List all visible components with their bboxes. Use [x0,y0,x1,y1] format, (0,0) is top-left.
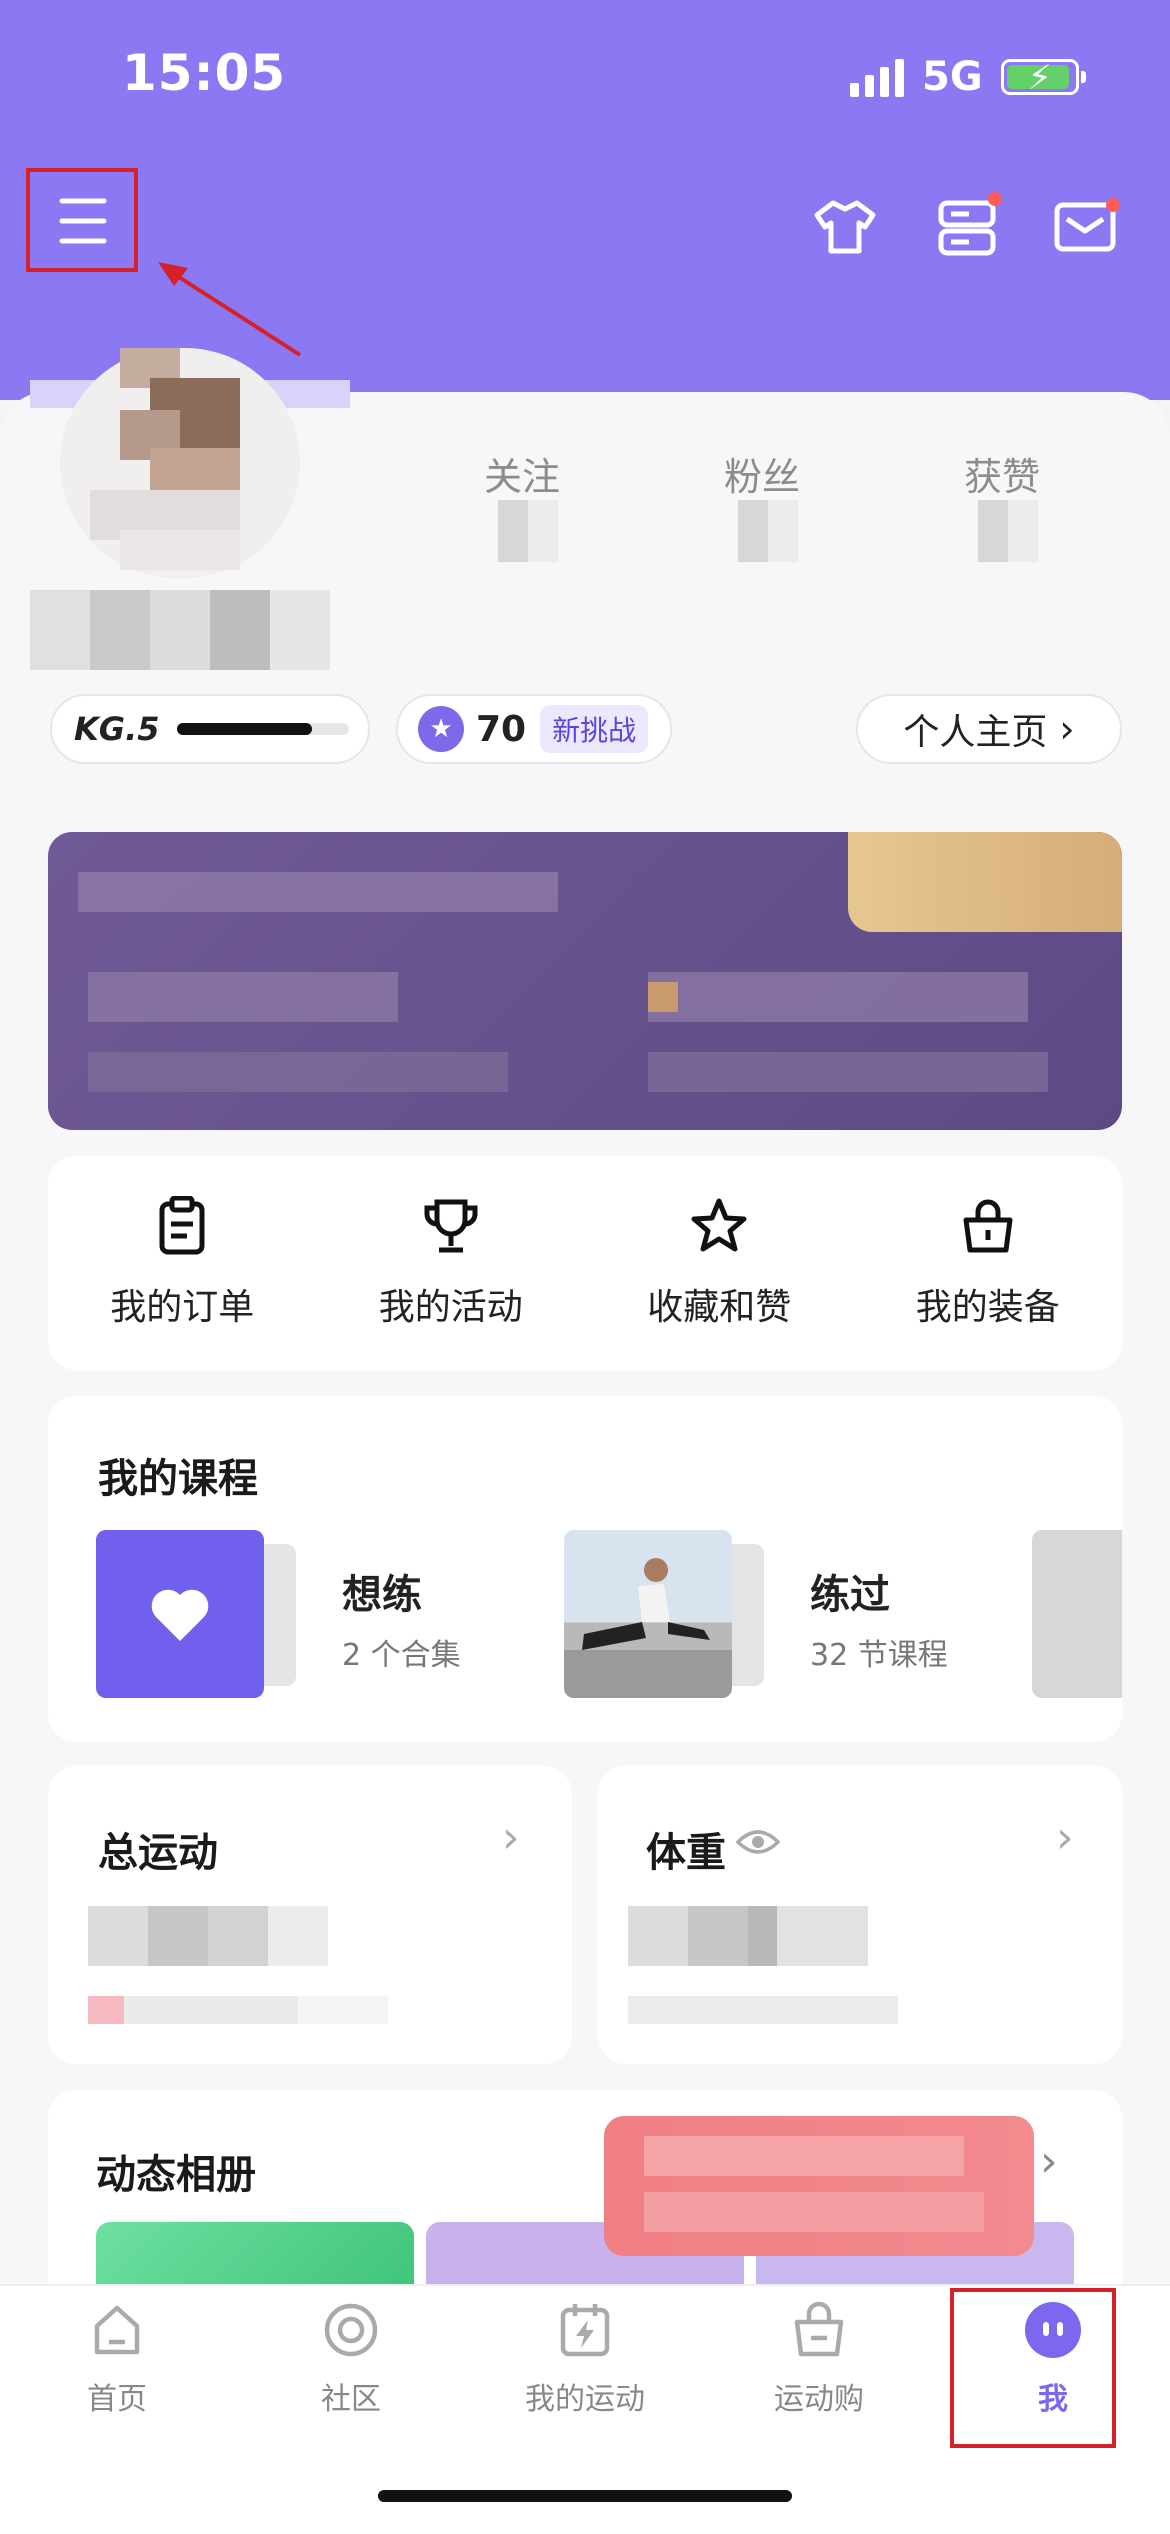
weight-sub [628,1996,898,2024]
stat-value-followers[interactable] [738,500,798,562]
heart-icon [96,1530,264,1698]
homepage-button[interactable]: 个人主页 › [856,694,1122,764]
course-title: 想练 [342,1572,422,1618]
menu-label: 我的装备 [915,1287,1060,1328]
menu-label: 我的订单 [110,1287,255,1328]
stat-label-following: 关注 [483,455,560,499]
menu-favorites-likes[interactable]: 收藏和赞 [585,1196,853,1330]
signal-icon [850,57,904,97]
album-title: 动态相册 [96,2152,256,2198]
total-exercise-value [88,1906,328,1966]
weight-title: 体重 [646,1830,726,1876]
courses-title: 我的课程 [98,1456,258,1502]
clipboard-icon [159,1195,205,1255]
tab-label: 社区 [321,2382,381,2417]
status-indicators: 5G ⚡ [850,52,1086,102]
status-time: 15:05 [122,44,287,102]
network-type: 5G [922,54,983,100]
course-subtitle: 32 节课程 [810,1638,948,1673]
homepage-label: 个人主页 [903,712,1048,753]
menu-my-activities[interactable]: 我的活动 [317,1196,585,1330]
hamburger-menu-icon[interactable] [48,186,118,256]
points-badge[interactable]: ★ 70 新挑战 [396,694,672,764]
points-value: 70 [476,708,527,750]
new-challenge-tag[interactable]: 新挑战 [540,705,649,753]
course-item-want[interactable]: 想练 2 个合集 [96,1530,500,1700]
total-exercise-sub [88,1996,388,2024]
eye-icon[interactable] [736,1826,780,1858]
floating-promo[interactable] [604,2116,1034,2256]
total-exercise-title: 总运动 [98,1830,218,1876]
trophy-icon [424,1199,478,1253]
points-icon: ★ [418,706,464,752]
membership-banner[interactable] [48,832,1122,1130]
stat-label-likes: 获赞 [963,455,1040,499]
stat-value-following[interactable] [498,500,558,562]
chevron-right-icon: › [1056,1812,1074,1863]
level-progress-bar [177,723,350,735]
level-badge[interactable]: KG.5 [50,694,370,764]
course-thumbnail [564,1530,732,1698]
home-icon [94,2305,140,2355]
home-indicator [378,2490,792,2502]
shopping-bag-icon [963,1199,1013,1253]
shopping-bag-icon [794,2301,844,2357]
avatar[interactable] [30,340,350,590]
username [30,590,330,670]
battery-icon: ⚡ [1000,58,1086,98]
stat-value-likes[interactable] [978,500,1038,562]
menu-my-equipment[interactable]: 我的装备 [854,1196,1122,1330]
calendar-bolt-icon [560,2304,610,2357]
community-icon [324,2303,378,2357]
chevron-right-icon: › [1040,2136,1058,2187]
menu-my-orders[interactable]: 我的订单 [48,1195,316,1330]
level-label: KG.5 [74,710,160,748]
tab-my-exercise[interactable]: 我的运动 [468,2300,702,2418]
tshirt-icon[interactable] [810,192,880,262]
menu-label: 收藏和赞 [647,1287,792,1328]
mail-icon[interactable] [1050,192,1120,262]
quick-menu: 我的订单 我的活动 收藏和赞 我的装备 [48,1195,1122,1330]
tab-label: 我的运动 [525,2382,645,2417]
chevron-right-icon: › [1059,707,1075,751]
course-title: 练过 [810,1572,890,1618]
highlight-box-me-tab [950,2288,1116,2448]
course-item-done[interactable]: 练过 32 节课程 [564,1530,1004,1700]
notification-dot [1106,198,1120,212]
course-item-partial[interactable] [1032,1530,1122,1698]
tab-home[interactable]: 首页 [0,2300,234,2418]
tab-label: 首页 [87,2382,147,2417]
tab-sports-shop[interactable]: 运动购 [702,2300,936,2418]
star-icon [691,1198,747,1252]
weight-value [628,1906,868,1966]
menu-label: 我的活动 [378,1287,523,1328]
stat-label-followers: 粉丝 [723,455,800,499]
chevron-right-icon: › [502,1812,520,1863]
tab-community[interactable]: 社区 [234,2300,468,2418]
server-icon[interactable] [932,192,1002,262]
tab-label: 运动购 [774,2382,864,2417]
course-subtitle: 2 个合集 [342,1638,461,1673]
notification-dot [988,192,1002,206]
